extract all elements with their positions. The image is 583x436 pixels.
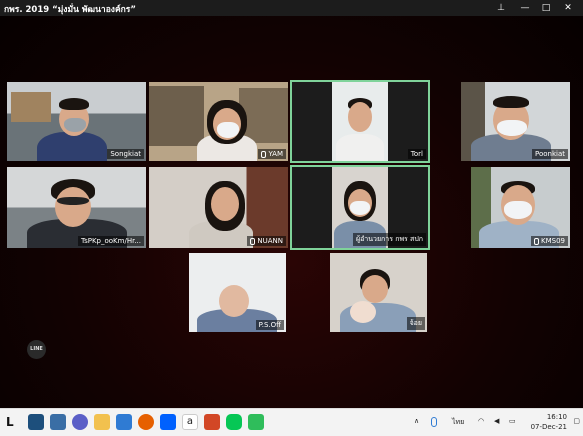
file-explorer-icon[interactable] <box>94 414 110 430</box>
video-tile-director[interactable]: ผู้อำนวยการ กพร สปก <box>290 165 430 250</box>
line-app-badge[interactable]: LINE <box>27 340 46 359</box>
firefox-icon[interactable] <box>138 414 154 430</box>
microphone-tray-icon[interactable] <box>431 417 437 427</box>
mail-icon[interactable] <box>116 414 132 430</box>
participant-name-tag: Songkiat <box>107 149 144 159</box>
minimize-button[interactable]: — <box>516 0 534 16</box>
participant-name-tag: KMS09 <box>531 236 568 246</box>
notifications-icon[interactable]: ▢ <box>573 417 580 425</box>
windows-taskbar: L a ∧ ไทย ◠ ◀ ▭ 16:10 07-Dec-21 ▢ <box>0 408 583 436</box>
speaker-icon[interactable]: ◀ <box>494 417 499 425</box>
participant-name-tag: Torl <box>407 149 426 159</box>
video-tile-torl[interactable]: Torl <box>290 80 430 163</box>
dropbox-icon[interactable] <box>160 414 176 430</box>
video-tile-yam[interactable]: YAM <box>149 82 288 161</box>
task-view-icon[interactable] <box>28 414 44 430</box>
clock-time: 16:10 <box>546 413 567 421</box>
participant-name-tag: P.S.Off <box>255 320 284 330</box>
battery-icon[interactable]: ▭ <box>509 417 516 425</box>
desktop-screen: กพร. 2019 “มุ่งมั่น พัฒนาองค์กร” ⊥ — □ ✕… <box>0 0 583 436</box>
participant-name-tag: Poonkiat <box>531 149 568 159</box>
participant-name-tag: ผู้อำนวยการ กพร สปก <box>353 233 426 246</box>
window-title: กพร. 2019 “มุ่งมั่น พัฒนาองค์กร” <box>4 5 136 15</box>
meeting-window-titlebar: กพร. 2019 “มุ่งมั่น พัฒนาองค์กร” ⊥ — □ ✕ <box>0 0 583 16</box>
show-hidden-icons-chevron-icon[interactable]: ∧ <box>414 417 419 425</box>
language-indicator[interactable]: ไทย <box>452 417 464 428</box>
powerpoint-icon[interactable] <box>204 414 220 430</box>
teams-icon[interactable] <box>72 414 88 430</box>
participant-name-tag: จ้อย <box>406 317 425 330</box>
search-icon[interactable]: L <box>6 414 22 430</box>
amazon-icon[interactable]: a <box>182 414 198 430</box>
video-gallery: Songkiat YAM Torl Poonkiat TsPKp_ooKm/Hr… <box>0 16 583 408</box>
clock-date: 07-Dec-21 <box>530 423 567 431</box>
video-tile-kms09[interactable]: KMS09 <box>471 167 570 248</box>
phone-app-icon[interactable] <box>248 414 264 430</box>
line-icon[interactable] <box>226 414 242 430</box>
video-tile-songkiat[interactable]: Songkiat <box>7 82 146 161</box>
video-tile-poonkiat[interactable]: Poonkiat <box>461 82 570 161</box>
participant-name-tag: YAM <box>258 149 286 159</box>
video-tile-nuann[interactable]: NUANN <box>149 167 288 248</box>
close-button[interactable]: ✕ <box>559 0 577 16</box>
maximize-button[interactable]: □ <box>537 0 555 16</box>
wifi-icon[interactable]: ◠ <box>478 417 484 425</box>
video-tile-tspkp[interactable]: TsPKp_ooKm/Hr... <box>7 167 146 248</box>
participant-name-tag: TsPKp_ooKm/Hr... <box>77 236 144 246</box>
participant-name-tag: NUANN <box>247 236 286 246</box>
muted-microphone-icon <box>250 237 256 245</box>
video-tile-ps-off[interactable]: P.S.Off <box>189 253 286 332</box>
pin-icon[interactable]: ⊥ <box>492 0 510 16</box>
camera-app-icon[interactable] <box>50 414 66 430</box>
muted-microphone-icon <box>534 237 540 245</box>
taskbar-clock[interactable]: 16:10 07-Dec-21 <box>531 412 567 432</box>
muted-microphone-icon <box>261 150 267 158</box>
video-tile-joy[interactable]: จ้อย <box>330 253 427 332</box>
